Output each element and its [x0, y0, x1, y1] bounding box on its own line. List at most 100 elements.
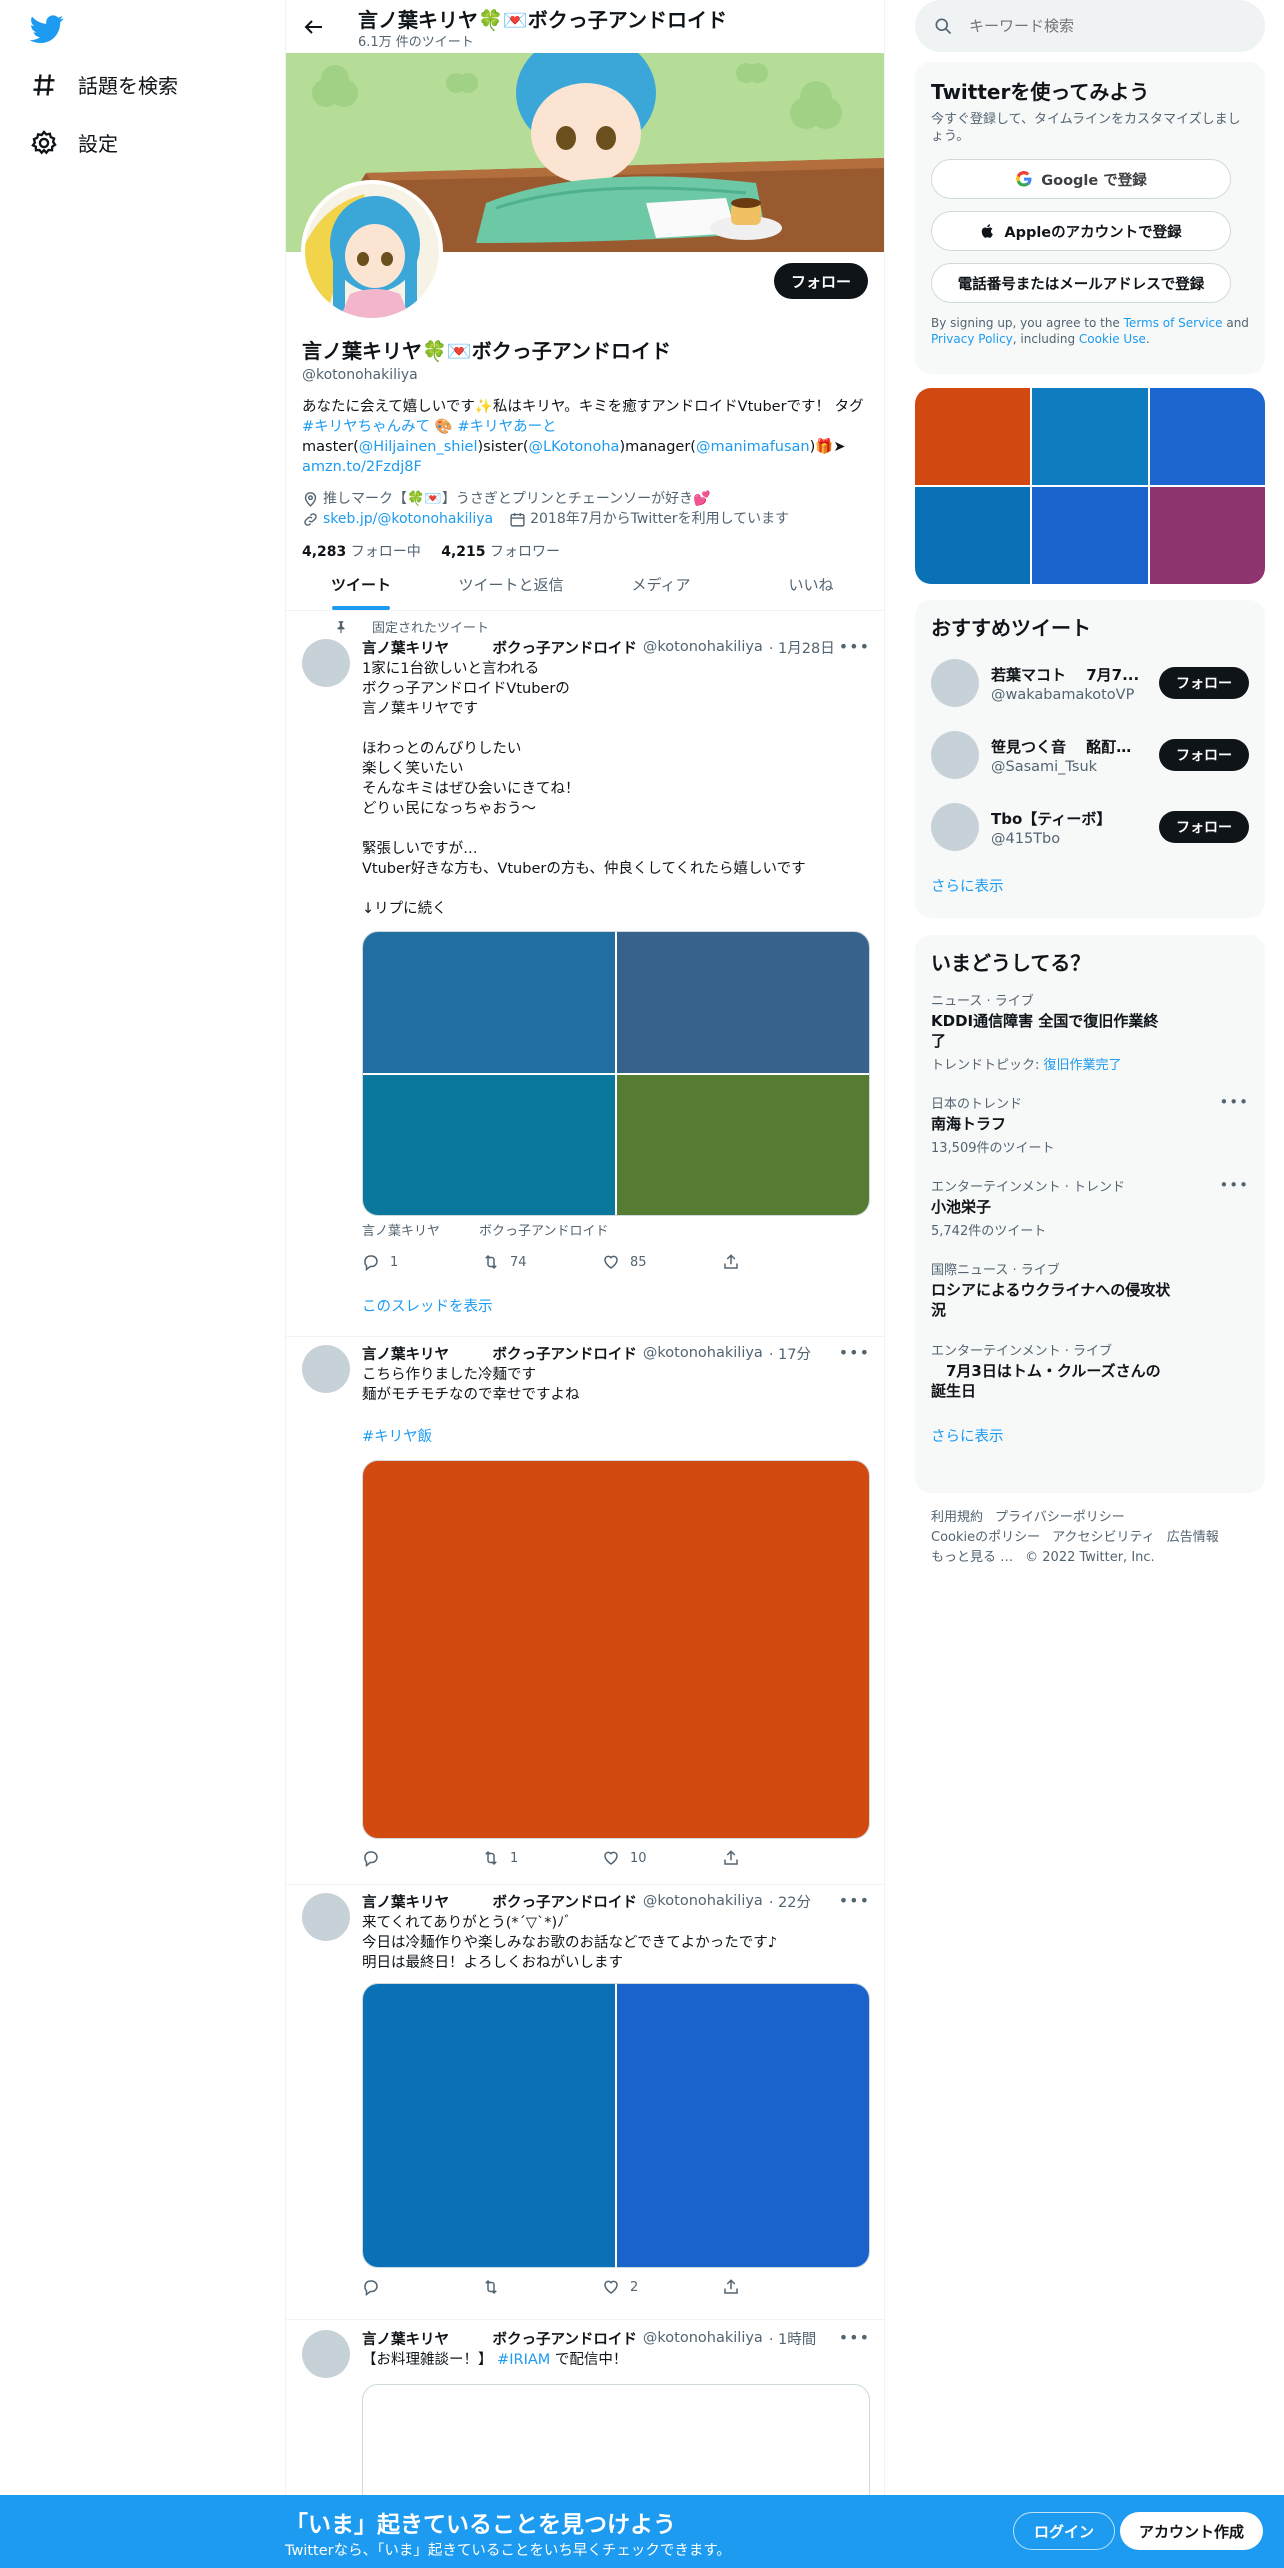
like-button[interactable]: 10 [602, 1849, 662, 1867]
profile-avatar[interactable] [301, 180, 443, 322]
tweet-hashtag-link[interactable]: #キリヤ飯 [362, 1425, 870, 1446]
create-account-button[interactable]: アカウント作成 [1120, 2512, 1263, 2550]
cookie-use-link[interactable]: Cookie Use [1079, 332, 1146, 346]
trend-item[interactable]: エンターテインメント · ライブ 7月3日はトム・クルーズさんの誕生日 [915, 1330, 1265, 1411]
footer-link[interactable]: 利用規約 [931, 1510, 983, 1525]
bio-url-link[interactable]: amzn.to/2Fzdj8F [302, 459, 422, 475]
tweet-avatar[interactable] [302, 1893, 350, 1941]
profile-tabs: ツイート ツイートと返信 メディア いいね [286, 558, 884, 611]
follow-button[interactable]: フォロー [774, 263, 868, 299]
tweet-author-name[interactable]: 言ノ葉キリヤ ボクっ子アンドロイド [362, 1343, 637, 1364]
footer-link[interactable]: アクセシビリティ [1052, 1530, 1155, 1545]
nav-settings[interactable]: 設定 [30, 128, 118, 157]
media-thumbnail[interactable] [915, 487, 1031, 584]
user-avatar[interactable] [931, 731, 979, 779]
share-button[interactable] [722, 1253, 782, 1271]
search-input[interactable] [969, 17, 1229, 35]
apple-signup-button[interactable]: Appleのアカウントで登録 [931, 211, 1231, 251]
more-options-icon[interactable]: ••• [839, 2328, 870, 2347]
follow-user-button[interactable]: フォロー [1159, 739, 1249, 771]
back-arrow-icon[interactable] [302, 15, 326, 39]
footer-link[interactable]: Cookieのポリシー [931, 1530, 1040, 1545]
tweet-author-name[interactable]: 言ノ葉キリヤ ボクっ子アンドロイド [362, 1891, 637, 1912]
share-button[interactable] [722, 2278, 782, 2296]
bio-mention-link[interactable]: @Hiljainen_shiel [359, 439, 478, 455]
terms-of-service-link[interactable]: Terms of Service [1124, 316, 1223, 330]
tweet-image[interactable] [362, 1460, 870, 1839]
trend-item[interactable]: 日本のトレンド 南海トラフ 13,509件のツイート ••• [915, 1083, 1265, 1166]
bio-mention-link[interactable]: @LKotonoha [529, 439, 620, 455]
bio-hashtag-link[interactable]: #キリヤあーと [457, 419, 556, 435]
media-thumbnail[interactable] [1149, 487, 1265, 584]
follow-user-button[interactable]: フォロー [1159, 811, 1249, 843]
tab-likes[interactable]: いいね [736, 558, 884, 610]
tab-tweets-and-replies[interactable]: ツイートと返信 [436, 558, 586, 610]
tweet-hashtag-link[interactable]: #IRIAM [497, 2352, 550, 2368]
tweet-author-name[interactable]: 言ノ葉キリヤ ボクっ子アンドロイド [362, 637, 637, 658]
media-thumbnail[interactable] [1032, 487, 1148, 584]
recommended-user[interactable]: 若葉マコト 7月7... @wakabamakotoVP フォロー [915, 647, 1265, 719]
reply-button[interactable]: 1 [362, 1253, 422, 1271]
trend-item[interactable]: ニュース · ライブ KDDI通信障害 全国で復旧作業終了 トレンドトピック: … [915, 980, 1265, 1083]
tweet-image[interactable] [363, 932, 615, 1073]
more-options-icon[interactable]: ••• [839, 637, 870, 656]
user-avatar[interactable] [931, 659, 979, 707]
retweet-button[interactable] [482, 2278, 542, 2296]
privacy-policy-link[interactable]: Privacy Policy [931, 332, 1013, 346]
tweet-image[interactable] [617, 932, 869, 1073]
like-button[interactable]: 85 [602, 1253, 662, 1271]
retweet-button[interactable]: 74 [482, 1253, 542, 1271]
retweet-button[interactable]: 1 [482, 1849, 542, 1867]
tweet-timestamp[interactable]: · 17分 [769, 1343, 811, 1364]
tweet-avatar[interactable] [302, 2330, 350, 2378]
tweet-avatar[interactable] [302, 1345, 350, 1393]
footer-link[interactable]: プライバシーポリシー [995, 1510, 1125, 1525]
trend-topic-link[interactable]: 復旧作業完了 [1044, 1058, 1122, 1073]
tweet-image[interactable] [363, 1984, 615, 2267]
like-button[interactable]: 2 [602, 2278, 662, 2296]
media-thumbnail[interactable] [1149, 388, 1265, 485]
nav-explore[interactable]: 話題を検索 [30, 70, 178, 99]
tweet-timestamp[interactable]: · 1月28日 [769, 637, 835, 658]
recommended-user[interactable]: Tbo【ティーボ】 @415Tbo フォロー [915, 791, 1265, 863]
tweet-image[interactable] [617, 1984, 869, 2267]
more-options-icon[interactable]: ••• [1219, 1093, 1249, 1111]
tweet-timestamp[interactable]: · 1時間 [769, 2328, 816, 2349]
phone-email-signup-button[interactable]: 電話番号またはメールアドレスで登録 [931, 263, 1231, 303]
footer-link[interactable]: 広告情報 [1167, 1530, 1219, 1545]
tab-media[interactable]: メディア [586, 558, 736, 610]
show-thread-link[interactable]: このスレッドを表示 [362, 1295, 870, 1316]
bio-mention-link[interactable]: @manimafusan [696, 439, 810, 455]
show-more-link[interactable]: さらに表示 [915, 863, 1265, 908]
more-options-icon[interactable]: ••• [839, 1891, 870, 1910]
more-options-icon[interactable]: ••• [839, 1343, 870, 1362]
trend-item[interactable]: エンターテインメント · トレンド 小池栄子 5,742件のツイート ••• [915, 1166, 1265, 1249]
tweet-image[interactable] [617, 1074, 869, 1215]
recommended-user[interactable]: 笹見つく音 酩酊O... @Sasami_Tsuk フォロー [915, 719, 1265, 791]
twitter-logo-icon[interactable] [30, 12, 64, 46]
search-bar[interactable] [915, 0, 1265, 52]
login-button[interactable]: ログイン [1013, 2512, 1115, 2550]
tweet-item[interactable]: 固定されたツイート 言ノ葉キリヤ ボクっ子アンドロイド @kotonohakili… [286, 611, 884, 1337]
tweet-item[interactable]: 言ノ葉キリヤ ボクっ子アンドロイド @kotonohakiliya · 17分 ••… [286, 1337, 884, 1885]
tweet-avatar[interactable] [302, 639, 350, 687]
tweet-author-name[interactable]: 言ノ葉キリヤ ボクっ子アンドロイド [362, 2328, 637, 2349]
google-signup-button[interactable]: Google で登録 [931, 159, 1231, 199]
media-thumbnail[interactable] [1032, 388, 1148, 485]
media-thumbnail[interactable] [915, 388, 1031, 485]
trend-item[interactable]: 国際ニュース · ライブ ロシアによるウクライナへの侵攻状況 [915, 1249, 1265, 1330]
tweet-image[interactable] [363, 1074, 615, 1215]
share-button[interactable] [722, 1849, 782, 1867]
reply-button[interactable] [362, 1849, 422, 1867]
tab-tweets[interactable]: ツイート [286, 558, 436, 610]
user-avatar[interactable] [931, 803, 979, 851]
reply-button[interactable] [362, 2278, 422, 2296]
tweet-timestamp[interactable]: · 22分 [769, 1891, 811, 1912]
profile-website-link[interactable]: skeb.jp/@kotonohakiliya [323, 509, 493, 529]
tweet-item[interactable]: 言ノ葉キリヤ ボクっ子アンドロイド @kotonohakiliya · 22分 ••… [286, 1885, 884, 2320]
bio-hashtag-link[interactable]: #キリヤちゃんみて [302, 419, 430, 435]
footer-more-link[interactable]: もっと見る … [931, 1550, 1013, 1565]
follow-user-button[interactable]: フォロー [1159, 667, 1249, 699]
show-more-link[interactable]: さらに表示 [915, 1411, 1265, 1460]
more-options-icon[interactable]: ••• [1219, 1176, 1249, 1194]
